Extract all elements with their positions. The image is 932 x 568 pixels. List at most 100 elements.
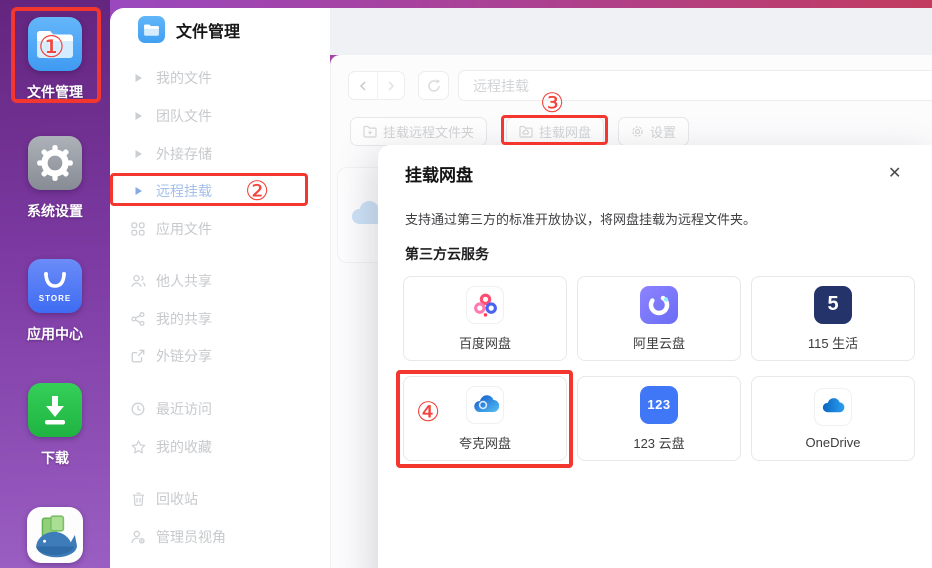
service-name: 123 云盘 bbox=[633, 435, 685, 451]
sidebar-item-label: 团队文件 bbox=[156, 108, 212, 124]
dock-item-system-settings[interactable]: 系统设置 bbox=[0, 136, 110, 221]
system-settings-icon bbox=[28, 136, 82, 190]
sidebar-item-my-shares[interactable]: 我的共享 bbox=[130, 305, 212, 333]
settings-button[interactable]: 设置 bbox=[618, 117, 690, 146]
sidebar-item-recycle-bin[interactable]: 回收站 bbox=[130, 485, 198, 513]
store-bag-icon bbox=[44, 272, 66, 288]
sidebar-item-external-link-share[interactable]: 外链分享 bbox=[130, 342, 212, 370]
mount-remote-folder-button[interactable]: 挂载远程文件夹 bbox=[350, 117, 488, 146]
sidebar-item-my-files[interactable]: 我的文件 bbox=[130, 64, 212, 92]
service-card-onedrive[interactable]: OneDrive bbox=[751, 376, 915, 461]
cloud-services-grid: 百度网盘 阿里云盘 5 115 生活 夸克网盘 123 123 云盘 OneDr… bbox=[403, 276, 915, 461]
sidebar-item-app-files[interactable]: 应用文件 bbox=[130, 215, 212, 243]
onedrive-icon bbox=[814, 387, 852, 426]
app-center-icon: STORE bbox=[28, 259, 82, 313]
folder-icon bbox=[144, 24, 159, 36]
aliyun-drive-icon bbox=[640, 285, 678, 324]
refresh-button[interactable] bbox=[418, 71, 449, 100]
sidebar-item-admin-view[interactable]: 管理员视角 bbox=[130, 523, 226, 551]
service-card-baidu[interactable]: 百度网盘 bbox=[403, 276, 567, 361]
service-name: 115 生活 bbox=[807, 335, 859, 351]
main-header-strip bbox=[330, 8, 932, 55]
sidebar-item-remote-mount[interactable]: 远程挂载 bbox=[130, 177, 212, 205]
badge-5: 5 bbox=[827, 293, 839, 315]
sidebar-item-label: 外链分享 bbox=[156, 348, 212, 364]
dock-item-download[interactable]: 下载 bbox=[0, 383, 110, 468]
caret-right-icon bbox=[130, 73, 146, 83]
sidebar-item-recent[interactable]: 最近访问 bbox=[130, 395, 212, 423]
store-badge: STORE bbox=[38, 294, 72, 303]
sidebar-item-label: 他人共享 bbox=[156, 273, 212, 289]
download-icon bbox=[28, 383, 82, 437]
users-icon bbox=[130, 274, 146, 288]
back-button[interactable] bbox=[349, 72, 377, 99]
service-name: 阿里云盘 bbox=[632, 335, 685, 351]
star-icon bbox=[130, 440, 146, 454]
sidebar-item-favorites[interactable]: 我的收藏 bbox=[130, 433, 212, 461]
sidebar-item-label: 管理员视角 bbox=[156, 529, 226, 545]
app-header: 文件管理 bbox=[138, 16, 240, 43]
folder-cloud-icon bbox=[519, 125, 533, 138]
sidebar-item-shared-by-others[interactable]: 他人共享 bbox=[130, 267, 212, 295]
address-bar[interactable]: 远程挂载 bbox=[458, 70, 932, 101]
service-card-115[interactable]: 5 115 生活 bbox=[751, 276, 915, 361]
sidebar-item-label: 我的收藏 bbox=[156, 439, 212, 455]
115-life-icon: 5 bbox=[814, 285, 852, 324]
service-card-quark[interactable]: 夸克网盘 bbox=[403, 376, 567, 461]
sidebar-item-team-files[interactable]: 团队文件 bbox=[130, 102, 212, 130]
dock-label-app-center: 应用中心 bbox=[27, 326, 83, 342]
dialog-title: 挂载网盘 bbox=[405, 166, 473, 185]
app-header-folder-icon bbox=[138, 16, 165, 43]
dock-label-system-settings: 系统设置 bbox=[27, 203, 83, 219]
close-icon[interactable]: ✕ bbox=[888, 163, 901, 183]
sidebar-item-label: 我的共享 bbox=[156, 311, 212, 327]
service-name: 夸克网盘 bbox=[458, 435, 511, 451]
dock-label-download: 下载 bbox=[41, 450, 69, 466]
section-title: 第三方云服务 bbox=[405, 246, 489, 262]
whale-app-icon bbox=[27, 507, 83, 563]
service-name: 百度网盘 bbox=[458, 335, 511, 351]
baidu-netdisk-icon bbox=[466, 285, 504, 324]
file-manager-icon bbox=[28, 17, 82, 71]
sidebar-item-label: 外接存储 bbox=[156, 146, 212, 162]
caret-right-icon bbox=[130, 111, 146, 121]
sidebar-item-label: 我的文件 bbox=[156, 70, 212, 86]
dialog-description: 支持通过第三方的标准开放协议，将网盘挂载为远程文件夹。 bbox=[405, 212, 757, 227]
button-label: 挂载远程文件夹 bbox=[383, 125, 475, 140]
caret-right-icon bbox=[130, 149, 146, 159]
dock-label-file-manager: 文件管理 bbox=[27, 84, 83, 100]
folder-plus-icon bbox=[363, 125, 377, 138]
chevron-right-icon bbox=[388, 80, 394, 91]
sidebar-item-label: 应用文件 bbox=[156, 221, 212, 237]
nav-buttons bbox=[348, 71, 405, 100]
app-dock: 文件管理 系统设置 STORE 应用中心 下载 bbox=[0, 0, 110, 568]
whale-icon bbox=[36, 515, 77, 558]
admin-user-icon bbox=[130, 530, 146, 544]
external-share-icon bbox=[130, 349, 146, 363]
service-card-123[interactable]: 123 123 云盘 bbox=[577, 376, 741, 461]
service-card-aliyun[interactable]: 阿里云盘 bbox=[577, 276, 741, 361]
service-name: OneDrive bbox=[805, 434, 861, 450]
badge-123: 123 bbox=[647, 397, 671, 412]
dock-item-app-center[interactable]: STORE 应用中心 bbox=[0, 259, 110, 344]
123-cloud-icon: 123 bbox=[640, 385, 678, 424]
dock-item-finance-app[interactable] bbox=[0, 507, 110, 563]
sidebar-item-label: 回收站 bbox=[156, 491, 198, 507]
grid-icon bbox=[130, 222, 146, 236]
button-label: 设置 bbox=[650, 125, 677, 140]
caret-right-icon bbox=[130, 186, 146, 196]
forward-button[interactable] bbox=[376, 72, 405, 99]
quark-netdisk-icon bbox=[466, 385, 504, 424]
gear-icon bbox=[37, 145, 73, 181]
mount-cloud-drive-button[interactable]: 挂载网盘 bbox=[506, 117, 605, 146]
share-icon bbox=[130, 312, 146, 326]
gear-icon bbox=[632, 126, 643, 137]
address-text: 远程挂载 bbox=[473, 77, 529, 94]
sidebar-item-external-storage[interactable]: 外接存储 bbox=[130, 140, 212, 168]
sidebar-item-label: 最近访问 bbox=[156, 401, 212, 417]
mount-cloud-drive-dialog: 挂载网盘 ✕ 支持通过第三方的标准开放协议，将网盘挂载为远程文件夹。 第三方云服… bbox=[378, 145, 932, 568]
folder-icon bbox=[37, 31, 73, 58]
refresh-icon bbox=[427, 78, 440, 92]
page-title: 文件管理 bbox=[176, 23, 241, 41]
dock-item-file-manager[interactable]: 文件管理 bbox=[0, 17, 110, 102]
